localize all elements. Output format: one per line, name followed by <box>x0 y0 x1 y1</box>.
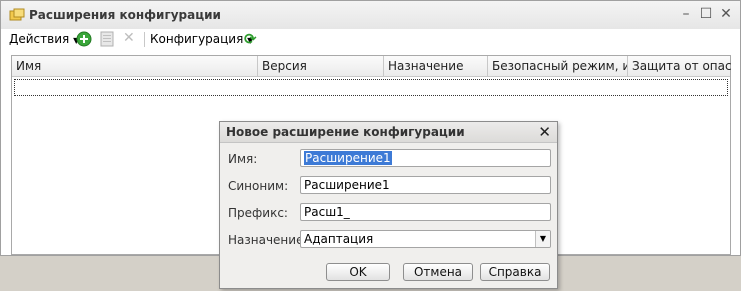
column-header-safe-mode[interactable]: Безопасный режим, им... <box>488 56 628 76</box>
synonym-label: Синоним: <box>228 179 289 193</box>
toolbar-separator <box>144 32 145 47</box>
column-header-version[interactable]: Версия <box>258 56 384 76</box>
dialog-title-bar: Новое расширение конфигурации ✕ <box>220 122 557 143</box>
table-header: Имя Версия Назначение Безопасный режим, … <box>12 56 732 77</box>
ok-button[interactable]: OK <box>326 263 390 281</box>
minimize-icon[interactable]: – <box>678 6 694 22</box>
purpose-value: Адаптация <box>304 232 374 246</box>
column-header-purpose[interactable]: Назначение <box>384 56 488 76</box>
name-field[interactable]: Расширение1 <box>300 149 551 167</box>
delete-icon[interactable]: ✕ <box>123 30 135 46</box>
actions-menu-label: Действия <box>9 32 70 46</box>
new-extension-dialog: Новое расширение конфигурации ✕ Имя: Рас… <box>219 121 558 289</box>
configuration-menu-label: Конфигурация <box>150 32 244 46</box>
close-icon[interactable]: ✕ <box>718 6 734 22</box>
cancel-button[interactable]: Отмена <box>403 263 473 281</box>
dialog-title: Новое расширение конфигурации <box>226 125 465 139</box>
configuration-menu[interactable]: Конфигурация ▼ <box>150 32 253 46</box>
prefix-field[interactable]: Расш1_ <box>300 203 551 221</box>
add-icon[interactable] <box>76 31 92 50</box>
table-row[interactable] <box>14 79 728 96</box>
column-header-protection[interactable]: Защита от опасн... <box>628 56 732 76</box>
synonym-field[interactable]: Расширение1 <box>300 176 551 194</box>
maximize-icon[interactable]: ☐ <box>698 6 714 22</box>
window-title: Расширения конфигурации <box>29 8 221 22</box>
chevron-down-icon[interactable]: ▼ <box>535 231 550 247</box>
title-bar: Расширения конфигурации – ☐ ✕ <box>1 1 740 30</box>
document-icon[interactable] <box>100 31 114 50</box>
actions-menu[interactable]: Действия ▼ <box>9 32 79 46</box>
prefix-label: Префикс: <box>228 206 288 220</box>
extensions-app-icon <box>9 8 25 22</box>
help-button[interactable]: Справка <box>480 263 550 281</box>
name-label: Имя: <box>228 152 258 166</box>
close-icon[interactable]: ✕ <box>538 123 551 141</box>
purpose-label: Назначение: <box>228 233 308 247</box>
purpose-select[interactable]: Адаптация ▼ <box>300 230 551 248</box>
column-header-name[interactable]: Имя <box>12 56 258 76</box>
toolbar: Действия ▼ ✕ Конфигурация ▼ ⟳ <box>1 29 740 49</box>
name-value: Расширение1 <box>304 151 392 165</box>
refresh-icon[interactable]: ⟳ <box>244 30 257 48</box>
